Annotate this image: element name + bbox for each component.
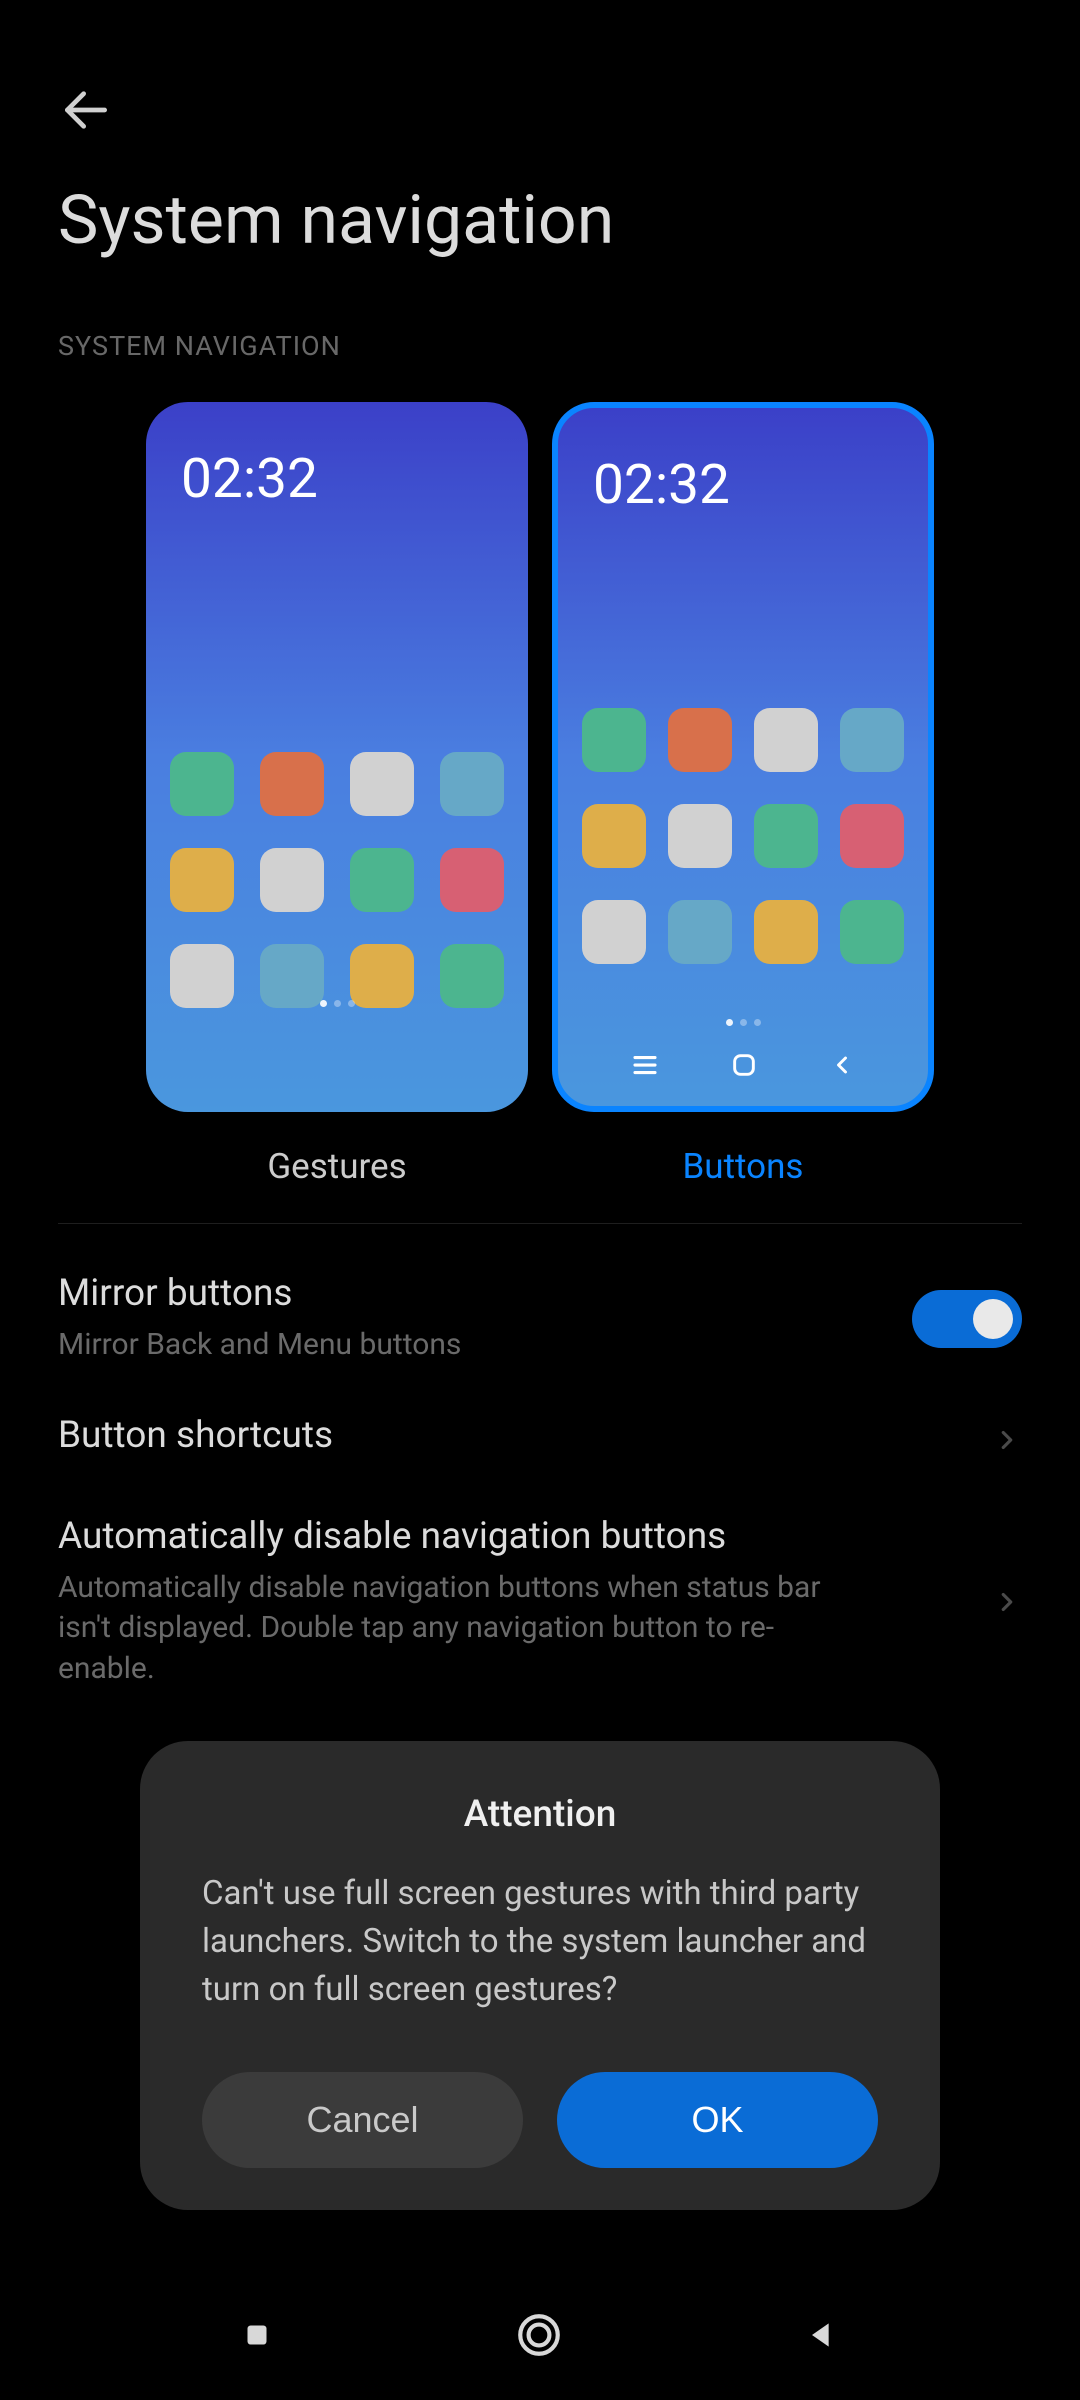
back-icon bbox=[828, 1051, 856, 1079]
section-label: SYSTEM NAVIGATION bbox=[58, 330, 1022, 362]
option-gestures[interactable]: 02:32 Gestures bbox=[146, 402, 528, 1187]
mirror-buttons-toggle[interactable] bbox=[912, 1290, 1022, 1348]
back-button[interactable] bbox=[802, 2315, 842, 2355]
setting-subtitle: Automatically disable navigation buttons… bbox=[58, 1568, 838, 1690]
recents-button[interactable] bbox=[238, 2316, 276, 2354]
system-navigation-bar bbox=[0, 2270, 1080, 2400]
setting-mirror-buttons[interactable]: Mirror buttons Mirror Back and Menu butt… bbox=[58, 1224, 1022, 1366]
page-dots-icon bbox=[558, 1019, 928, 1026]
preview-clock: 02:32 bbox=[181, 447, 318, 511]
cancel-button[interactable]: Cancel bbox=[202, 2072, 523, 2168]
attention-dialog: Attention Can't use full screen gestures… bbox=[140, 1741, 940, 2210]
setting-subtitle: Mirror Back and Menu buttons bbox=[58, 1325, 461, 1366]
option-buttons-label: Buttons bbox=[682, 1146, 803, 1187]
setting-auto-disable-nav[interactable]: Automatically disable navigation buttons… bbox=[58, 1467, 1022, 1690]
dialog-body: Can't use full screen gestures with thir… bbox=[202, 1870, 878, 2014]
chevron-right-icon bbox=[972, 1576, 1022, 1628]
setting-title: Mirror buttons bbox=[58, 1272, 461, 1315]
preview-clock: 02:32 bbox=[593, 453, 730, 517]
chevron-right-icon bbox=[972, 1414, 1022, 1466]
preview-app-grid bbox=[558, 708, 928, 964]
ok-button[interactable]: OK bbox=[557, 2072, 878, 2168]
home-button[interactable] bbox=[514, 2310, 564, 2360]
preview-app-grid bbox=[146, 752, 528, 1008]
setting-button-shortcuts[interactable]: Button shortcuts bbox=[58, 1366, 1022, 1467]
page-title: System navigation bbox=[58, 180, 614, 260]
dialog-title: Attention bbox=[202, 1793, 878, 1836]
setting-title: Button shortcuts bbox=[58, 1414, 333, 1457]
back-arrow-icon[interactable] bbox=[58, 82, 114, 142]
navigation-style-chooser: 02:32 Gestures bbox=[58, 402, 1022, 1187]
preview-navbar bbox=[558, 1036, 928, 1094]
option-buttons[interactable]: 02:32 bbox=[552, 402, 934, 1187]
page-dots-icon bbox=[146, 1000, 528, 1007]
home-icon bbox=[730, 1051, 758, 1079]
option-gestures-label: Gestures bbox=[267, 1146, 406, 1187]
menu-icon bbox=[630, 1050, 660, 1080]
setting-title: Automatically disable navigation buttons bbox=[58, 1515, 838, 1558]
